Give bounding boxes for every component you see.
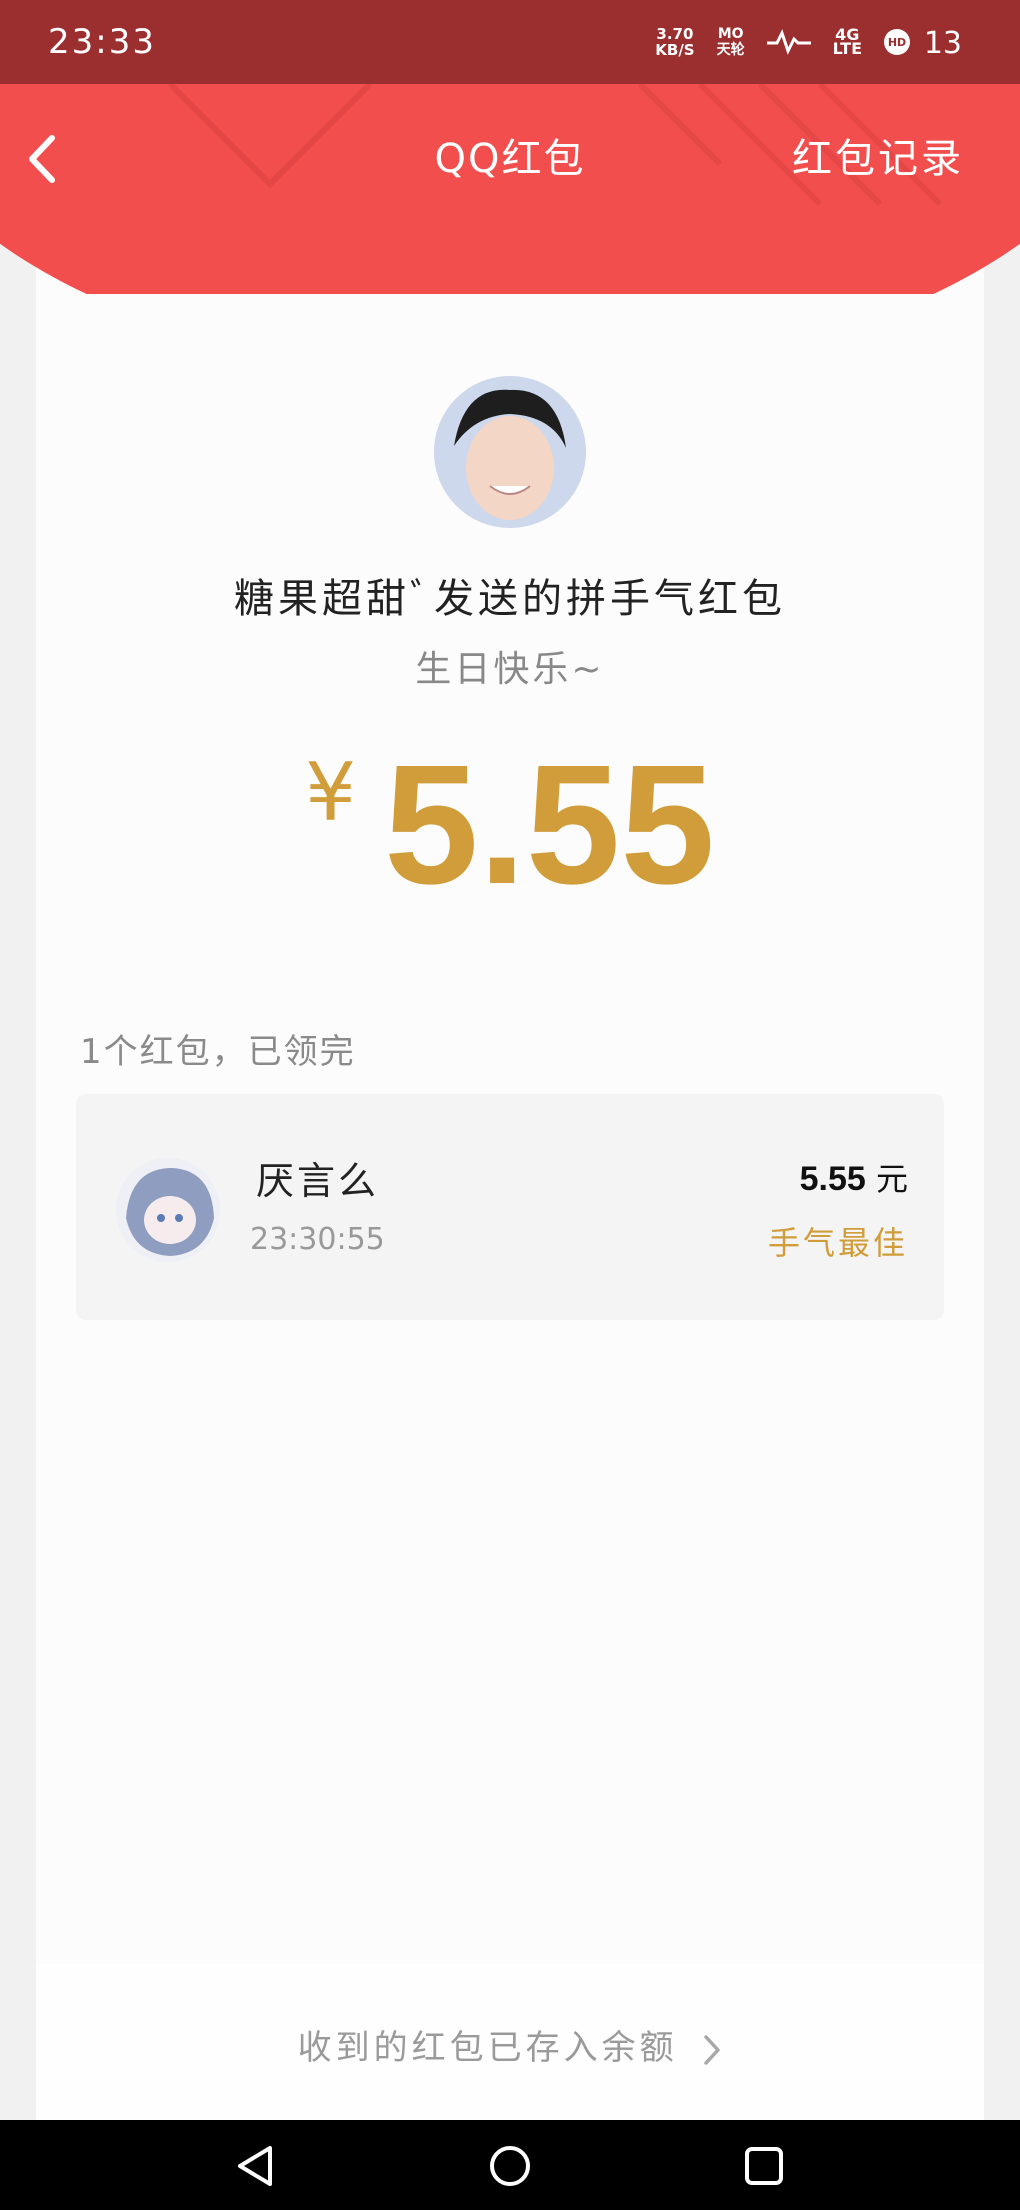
balance-link[interactable]: 收到的红包已存入余额 [0, 2020, 1020, 2069]
amount-value: 5.55 [384, 730, 715, 920]
network-type: 4G LTE [832, 25, 862, 58]
hd-icon: HD [884, 29, 910, 55]
status-icons: 3.70 KB/S MO 天轮 4G LTE HD [655, 18, 910, 66]
header: QQ红包 红包记录 [0, 84, 1020, 294]
system-nav-bar [0, 2120, 1020, 2210]
status-time: 23:33 [48, 22, 156, 62]
battery-level: 13 [923, 26, 962, 61]
currency-symbol: ¥ [305, 746, 357, 839]
sender-avatar-image [434, 376, 586, 528]
receiver-avatar[interactable] [116, 1158, 220, 1262]
red-packet-record-link[interactable]: 红包记录 [792, 126, 964, 184]
best-luck-badge: 手气最佳 [767, 1224, 908, 1262]
amount-display: ¥ 5.55 [0, 740, 1020, 910]
receive-amount: 5.55 元 [799, 1160, 908, 1198]
greeting-message: 生日快乐~ [415, 649, 605, 690]
receiver-avatar-image [116, 1158, 220, 1262]
sender-line: 糖果超甜ﾞ发送的拼手气红包 [234, 576, 786, 622]
signal-activity-icon [766, 29, 811, 55]
nav-recents-icon[interactable] [734, 2136, 794, 2196]
chevron-right-icon [704, 2034, 721, 2065]
nav-back-icon[interactable] [226, 2136, 286, 2196]
net-speed: 3.70 KB/S [655, 25, 695, 59]
receive-time: 23:30:55 [250, 1222, 385, 1257]
receive-summary: 1个红包，已领完 [80, 1032, 356, 1072]
nav-home-icon[interactable] [480, 2136, 540, 2196]
carrier-indicator: MO 天轮 [716, 26, 745, 58]
sender-avatar[interactable] [434, 376, 586, 528]
status-bar: 23:33 3.70 KB/S MO 天轮 4G LTE HD 13 [0, 0, 1020, 84]
receiver-name: 厌言么 [256, 1159, 380, 1203]
header-pattern [167, 84, 943, 207]
list-item[interactable]: 厌言么 23:30:55 5.55 元 手气最佳 [76, 1094, 944, 1320]
